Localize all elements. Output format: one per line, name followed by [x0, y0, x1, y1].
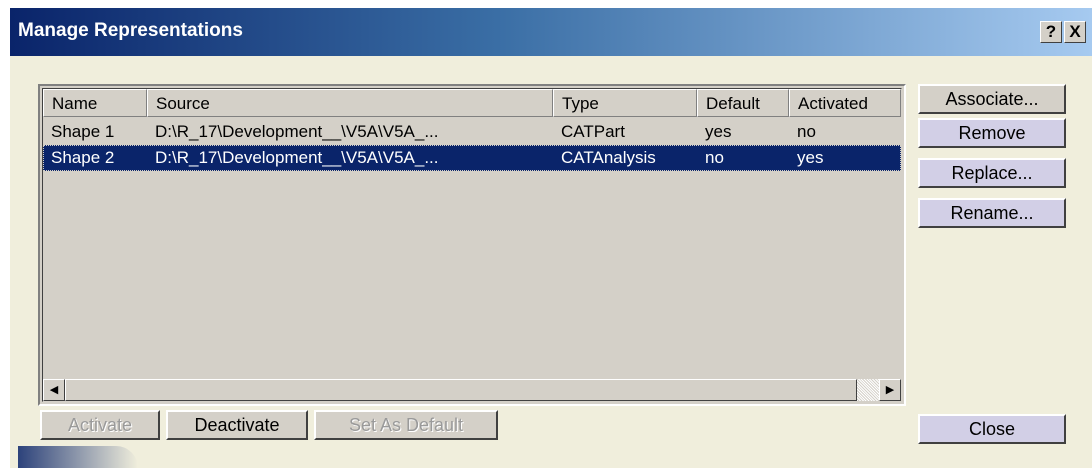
cell-default: no: [705, 148, 724, 167]
column-header-type[interactable]: Type: [553, 89, 697, 117]
list-body: Name Source Type Default Activated Shape…: [42, 88, 902, 402]
cell-source: D:\R_17\Development__\V5A\V5A_...: [155, 148, 439, 167]
remove-button[interactable]: Remove: [918, 118, 1066, 148]
list-rows: Shape 1 D:\R_17\Development__\V5A\V5A_..…: [43, 119, 901, 171]
help-icon: ?: [1045, 22, 1057, 41]
help-button[interactable]: ?: [1040, 21, 1062, 43]
close-button[interactable]: Close: [918, 414, 1066, 444]
cell-activated: yes: [797, 148, 824, 167]
cell-activated: no: [797, 122, 816, 141]
taskbar-fragment: [18, 446, 138, 468]
cell-name: Shape 2: [51, 148, 115, 167]
cell-type: CATPart: [561, 122, 625, 141]
cell-name: Shape 1: [51, 122, 115, 141]
cell-type: CATAnalysis: [561, 148, 656, 167]
representations-list[interactable]: Name Source Type Default Activated Shape…: [38, 84, 906, 406]
activate-button[interactable]: Activate: [40, 410, 160, 440]
title-bar[interactable]: Manage Representations ? X: [10, 8, 1092, 56]
associate-button[interactable]: Associate...: [918, 84, 1066, 114]
cell-default: yes: [705, 122, 732, 141]
table-row-selected[interactable]: Shape 2 D:\R_17\Development__\V5A\V5A_..…: [43, 145, 901, 171]
arrow-right-icon: ▶: [885, 384, 895, 396]
scroll-thumb[interactable]: [65, 379, 857, 401]
close-icon: X: [1069, 22, 1081, 41]
list-header: Name Source Type Default Activated: [43, 89, 901, 117]
cell-source: D:\R_17\Development__\V5A\V5A_...: [155, 122, 439, 141]
column-header-activated[interactable]: Activated: [789, 89, 901, 117]
column-header-source[interactable]: Source: [147, 89, 553, 117]
column-header-default[interactable]: Default: [697, 89, 789, 117]
dialog-title: Manage Representations: [18, 20, 243, 41]
deactivate-button[interactable]: Deactivate: [166, 410, 308, 440]
replace-button[interactable]: Replace...: [918, 158, 1066, 188]
arrow-left-icon: ◀: [49, 384, 59, 396]
table-row[interactable]: Shape 1 D:\R_17\Development__\V5A\V5A_..…: [43, 119, 901, 145]
manage-representations-dialog: Manage Representations ? X Name Source T…: [10, 8, 1092, 468]
scroll-track[interactable]: [857, 379, 879, 401]
scroll-left-button[interactable]: ◀: [43, 379, 65, 401]
set-as-default-button[interactable]: Set As Default: [314, 410, 498, 440]
horizontal-scrollbar[interactable]: ◀ ▶: [43, 379, 901, 401]
scroll-right-button[interactable]: ▶: [879, 379, 901, 401]
rename-button[interactable]: Rename...: [918, 198, 1066, 228]
column-header-name[interactable]: Name: [43, 89, 147, 117]
close-window-button[interactable]: X: [1064, 21, 1086, 43]
